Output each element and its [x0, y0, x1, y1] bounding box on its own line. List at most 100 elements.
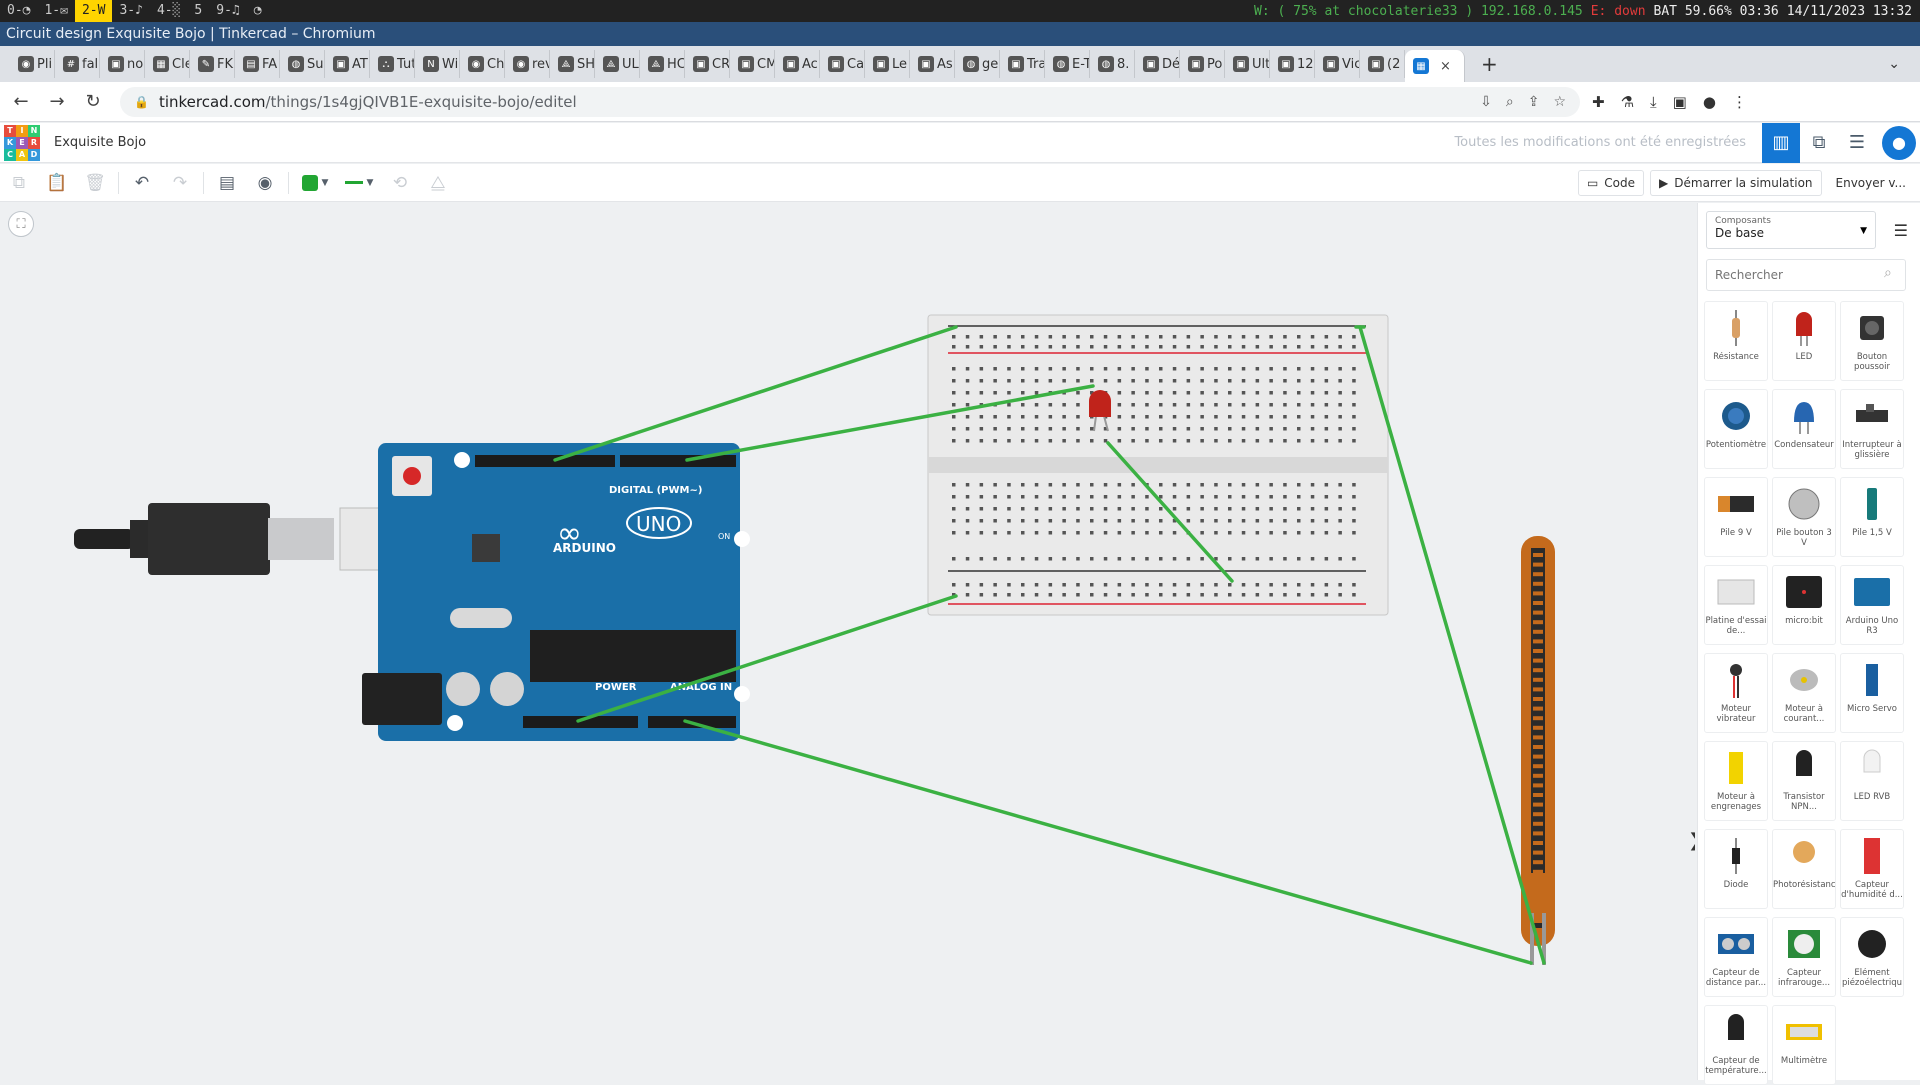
breadboard-hole[interactable] [1159, 483, 1163, 487]
breadboard-hole[interactable] [1352, 531, 1356, 535]
breadboard-hole[interactable] [1241, 483, 1246, 487]
breadboard-hole[interactable] [1034, 495, 1039, 499]
breadboard-hole[interactable] [1255, 335, 1260, 339]
breadboard-hole[interactable] [1228, 557, 1232, 561]
breadboard-hole[interactable] [1103, 557, 1108, 561]
breadboard-hole[interactable] [1324, 379, 1329, 383]
breadboard-hole[interactable] [952, 335, 956, 339]
breadboard-hole[interactable] [1007, 519, 1011, 523]
breadboard-hole[interactable] [1021, 519, 1025, 523]
breadboard-hole[interactable] [993, 483, 997, 487]
breadboard-hole[interactable] [1131, 557, 1135, 561]
breadboard-hole[interactable] [1062, 415, 1066, 419]
workspace-0[interactable]: 0-◔ [0, 0, 37, 22]
breadboard-hole[interactable] [1034, 507, 1039, 511]
breadboard-hole[interactable] [1117, 531, 1122, 535]
breadboard-hole[interactable] [1352, 335, 1356, 339]
breadboard-hole[interactable] [979, 345, 984, 349]
breadboard-hole[interactable] [1283, 335, 1287, 339]
breadboard-hole[interactable] [1117, 427, 1122, 431]
breadboard-hole[interactable] [1297, 335, 1301, 339]
breadboard-hole[interactable] [1090, 379, 1094, 383]
breadboard-hole[interactable] [1214, 427, 1218, 431]
breadboard-hole[interactable] [1172, 593, 1177, 597]
breadboard-hole[interactable] [1131, 379, 1135, 383]
component-item[interactable]: Capteur de température... [1704, 1005, 1768, 1085]
breadboard-hole[interactable] [1297, 367, 1301, 371]
breadboard-hole[interactable] [1021, 583, 1025, 587]
breadboard-hole[interactable] [1338, 519, 1342, 523]
component-item[interactable]: Platine d'essai de... [1704, 565, 1768, 645]
component-item[interactable]: Moteur à courant... [1772, 653, 1836, 733]
breadboard-hole[interactable] [1159, 583, 1163, 587]
breadboard-hole[interactable] [1200, 403, 1204, 407]
breadboard-hole[interactable] [1338, 557, 1342, 561]
bookmark-star-icon[interactable]: ☆ [1553, 94, 1566, 110]
breadboard-hole[interactable] [965, 593, 970, 597]
breadboard-hole[interactable] [1117, 335, 1122, 339]
breadboard-hole[interactable] [952, 439, 956, 443]
tab-24[interactable]: ◍ 8. [1090, 50, 1135, 78]
breadboard-hole[interactable] [1159, 415, 1163, 419]
breadboard-hole[interactable] [1131, 345, 1135, 349]
code-button[interactable]: ▭ Code [1577, 169, 1645, 196]
breadboard-hole[interactable] [1172, 415, 1177, 419]
breadboard-hole[interactable] [993, 507, 997, 511]
breadboard-hole[interactable] [1200, 391, 1204, 395]
breadboard-hole[interactable] [1145, 379, 1149, 383]
breadboard-hole[interactable] [993, 583, 997, 587]
component-item[interactable]: Micro Servo [1840, 653, 1904, 733]
breadboard-hole[interactable] [1324, 427, 1329, 431]
tab-0[interactable]: ◉ Pli [10, 50, 55, 78]
tab-11[interactable]: ◉rev [505, 50, 550, 78]
labs-flask-icon[interactable]: ⚗ [1621, 93, 1634, 111]
component-item[interactable]: Moteur vibrateur [1704, 653, 1768, 733]
breadboard-hole[interactable] [1117, 519, 1122, 523]
breadboard-hole[interactable] [1338, 335, 1342, 339]
breadboard-hole[interactable] [1214, 507, 1218, 511]
breadboard-hole[interactable] [1269, 415, 1273, 419]
breadboard-hole[interactable] [1338, 507, 1342, 511]
breadboard-hole[interactable] [1324, 557, 1329, 561]
close-icon[interactable]: × [1440, 59, 1451, 74]
breadboard-hole[interactable] [1062, 557, 1066, 561]
tab-19[interactable]: ▣ Le [865, 50, 910, 78]
side-panel-icon[interactable]: ▣ [1673, 93, 1687, 111]
tab-22[interactable]: ▣ Tra [1000, 50, 1045, 78]
tab-4[interactable]: ✎ FK [190, 50, 235, 78]
breadboard-hole[interactable] [1228, 391, 1232, 395]
breadboard-hole[interactable] [1352, 483, 1356, 487]
tab-17[interactable]: ▣ Ac [775, 50, 820, 78]
breadboard-hole[interactable] [1269, 531, 1273, 535]
breadboard-hole[interactable] [1076, 519, 1080, 523]
breadboard-hole[interactable] [1048, 483, 1053, 487]
downloads-icon[interactable]: ⤓ [1650, 93, 1657, 111]
breadboard-hole[interactable] [993, 439, 997, 443]
tab-5[interactable]: ▤ FA [235, 50, 280, 78]
breadboard-hole[interactable] [1297, 345, 1301, 349]
breadboard-hole[interactable] [1131, 583, 1135, 587]
breadboard-hole[interactable] [1241, 507, 1246, 511]
breadboard-hole[interactable] [1310, 415, 1315, 419]
tab-30[interactable]: ▣ (2 [1360, 50, 1405, 78]
breadboard-hole[interactable] [993, 345, 997, 349]
breadboard-hole[interactable] [1228, 531, 1232, 535]
breadboard-hole[interactable] [1310, 379, 1315, 383]
breadboard-hole[interactable] [1062, 403, 1066, 407]
breadboard-hole[interactable] [1200, 345, 1204, 349]
breadboard-hole[interactable] [993, 367, 997, 371]
workspace-6[interactable]: 9-♫ [209, 0, 246, 22]
breadboard-hole[interactable] [1352, 593, 1356, 597]
breadboard-hole[interactable] [1090, 557, 1094, 561]
breadboard-hole[interactable] [965, 583, 970, 587]
breadboard-hole[interactable] [1228, 483, 1232, 487]
breadboard-hole[interactable] [1255, 519, 1260, 523]
redo-icon[interactable]: ↷ [161, 168, 199, 198]
circuit-workspace[interactable]: ⛶ ∞ ARDUINO UNO DIGITAL (PWM~) POWER ANA… [0, 203, 1695, 1080]
breadboard-hole[interactable] [1255, 557, 1260, 561]
breadboard-hole[interactable] [1310, 507, 1315, 511]
breadboard-hole[interactable] [1241, 519, 1246, 523]
breadboard-hole[interactable] [1255, 391, 1260, 395]
breadboard-hole[interactable] [1117, 415, 1122, 419]
breadboard-hole[interactable] [1297, 557, 1301, 561]
